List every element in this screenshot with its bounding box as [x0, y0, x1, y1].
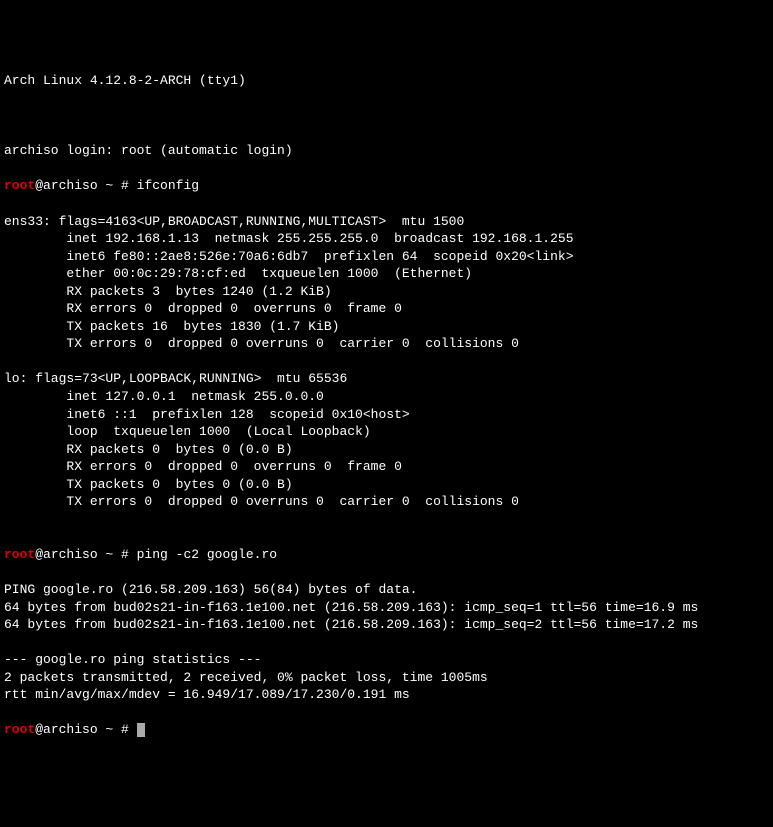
output-line: loop txqueuelen 1000 (Local Loopback): [4, 423, 769, 441]
output-line: 64 bytes from bud02s21-in-f163.1e100.net…: [4, 599, 769, 617]
output-line: ens33: flags=4163<UP,BROADCAST,RUNNING,M…: [4, 213, 769, 231]
output-line: RX errors 0 dropped 0 overruns 0 frame 0: [4, 458, 769, 476]
output-line: 2 packets transmitted, 2 received, 0% pa…: [4, 669, 769, 687]
output-line: [4, 353, 769, 371]
system-header: Arch Linux 4.12.8-2-ARCH (tty1): [4, 72, 769, 90]
blank-line: [4, 107, 769, 125]
output-line: 64 bytes from bud02s21-in-f163.1e100.net…: [4, 616, 769, 634]
prompt-current[interactable]: root@archiso ~ #: [4, 721, 769, 739]
output-line: [4, 511, 769, 529]
output-line: TX packets 0 bytes 0 (0.0 B): [4, 476, 769, 494]
prompt-rest: @archiso ~ #: [35, 722, 136, 737]
output-line: TX errors 0 dropped 0 overruns 0 carrier…: [4, 335, 769, 353]
output-line: inet 192.168.1.13 netmask 255.255.255.0 …: [4, 230, 769, 248]
prompt-user: root: [4, 178, 35, 193]
output-line: ether 00:0c:29:78:cf:ed txqueuelen 1000 …: [4, 265, 769, 283]
prompt-user: root: [4, 722, 35, 737]
output-line: inet6 fe80::2ae8:526e:70a6:6db7 prefixle…: [4, 248, 769, 266]
output-line: [4, 634, 769, 652]
ping-output: PING google.ro (216.58.209.163) 56(84) b…: [4, 581, 769, 704]
output-line: --- google.ro ping statistics ---: [4, 651, 769, 669]
output-line: TX errors 0 dropped 0 overruns 0 carrier…: [4, 493, 769, 511]
login-line: archiso login: root (automatic login): [4, 142, 769, 160]
output-line: lo: flags=73<UP,LOOPBACK,RUNNING> mtu 65…: [4, 370, 769, 388]
cursor: [137, 723, 145, 737]
output-line: rtt min/avg/max/mdev = 16.949/17.089/17.…: [4, 686, 769, 704]
output-line: RX packets 0 bytes 0 (0.0 B): [4, 441, 769, 459]
output-line: inet 127.0.0.1 netmask 255.0.0.0: [4, 388, 769, 406]
prompt-ping[interactable]: root@archiso ~ # ping -c2 google.ro: [4, 546, 769, 564]
output-line: RX packets 3 bytes 1240 (1.2 KiB): [4, 283, 769, 301]
prompt-rest: @archiso ~ # ping -c2 google.ro: [35, 547, 277, 562]
output-line: RX errors 0 dropped 0 overruns 0 frame 0: [4, 300, 769, 318]
ifconfig-output: ens33: flags=4163<UP,BROADCAST,RUNNING,M…: [4, 213, 769, 529]
output-line: PING google.ro (216.58.209.163) 56(84) b…: [4, 581, 769, 599]
output-line: inet6 ::1 prefixlen 128 scopeid 0x10<hos…: [4, 406, 769, 424]
prompt-ifconfig[interactable]: root@archiso ~ # ifconfig: [4, 177, 769, 195]
prompt-user: root: [4, 547, 35, 562]
output-line: TX packets 16 bytes 1830 (1.7 KiB): [4, 318, 769, 336]
prompt-rest: @archiso ~ # ifconfig: [35, 178, 199, 193]
